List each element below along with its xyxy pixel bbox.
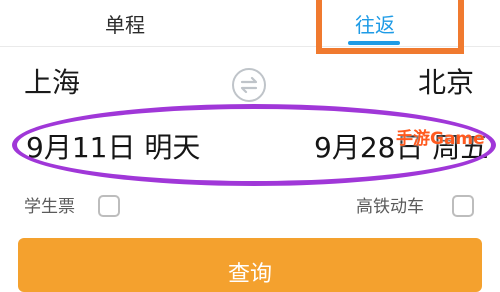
search-button-label: 查询 — [227, 262, 272, 287]
highspeed-label: 高铁动车 — [356, 197, 424, 217]
student-ticket-checkbox[interactable] — [98, 195, 120, 217]
highspeed-checkbox[interactable] — [452, 195, 474, 217]
watermark-text: 手游Game — [396, 129, 485, 149]
student-ticket-label: 学生票 — [24, 197, 75, 217]
annotation-highlight-box — [316, 0, 464, 54]
search-button[interactable]: 查询 — [18, 238, 482, 292]
tab-one-way-label: 单程 — [105, 12, 145, 37]
tab-one-way[interactable]: 单程 — [0, 0, 250, 46]
departure-city[interactable]: 上海 — [24, 66, 80, 100]
swap-arrows-glyph — [240, 76, 258, 94]
swap-arrows-icon[interactable] — [232, 68, 266, 102]
arrival-city[interactable]: 北京 — [418, 66, 474, 100]
